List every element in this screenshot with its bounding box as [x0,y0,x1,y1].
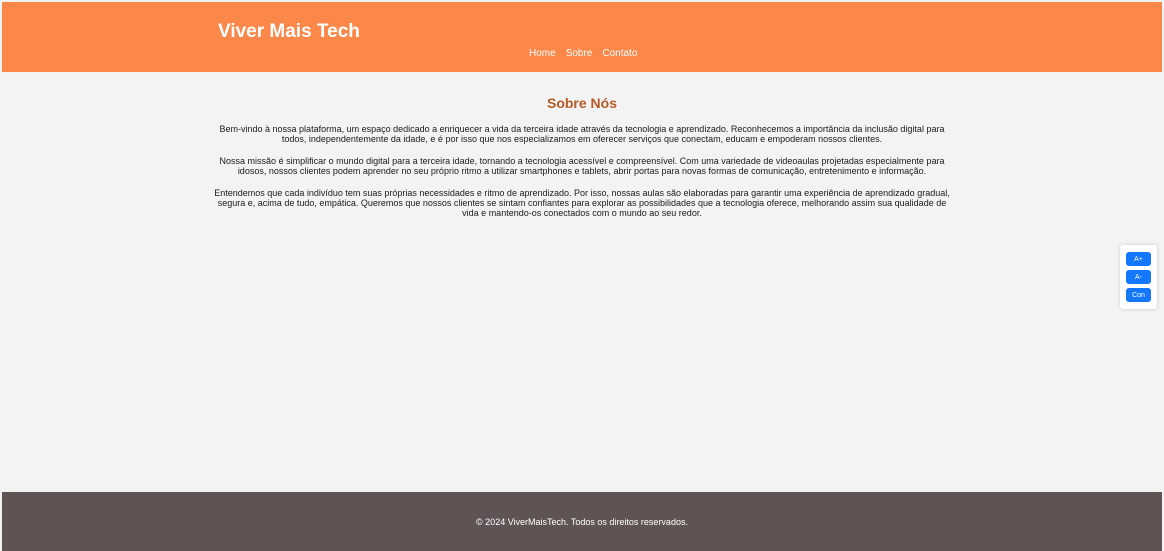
site-footer: © 2024 ViverMaisTech. Todos os direitos … [2,492,1162,551]
site-brand[interactable]: Viver Mais Tech [218,21,360,43]
decrease-font-button[interactable]: A- [1126,270,1151,284]
nav-contato-link[interactable]: Contato [602,48,637,59]
accessibility-panel: A+ A- Con [1120,245,1157,309]
nav-home-link[interactable]: Home [529,48,556,59]
about-section: Sobre Nós Bem-vindo à nossa plataforma, … [210,95,954,230]
increase-font-button[interactable]: A+ [1126,252,1151,266]
contrast-button[interactable]: Con [1126,288,1151,302]
main-nav: Home Sobre Contato [529,48,637,59]
footer-copyright: © 2024 ViverMaisTech. Todos os direitos … [476,516,688,527]
page-title: Sobre Nós [546,95,617,111]
nav-sobre-link[interactable]: Sobre [566,48,593,59]
site-header: Viver Mais Tech Home Sobre Contato [2,2,1162,72]
page: Viver Mais Tech Home Sobre Contato Sobre… [0,0,1164,551]
about-paragraph-2: Nossa missão é simplificar o mundo digit… [219,156,945,176]
about-paragraph-3: Entendemos que cada indivíduo tem suas p… [214,188,950,218]
about-paragraph-1: Bem-vindo à nossa plataforma, um espaço … [219,124,945,144]
